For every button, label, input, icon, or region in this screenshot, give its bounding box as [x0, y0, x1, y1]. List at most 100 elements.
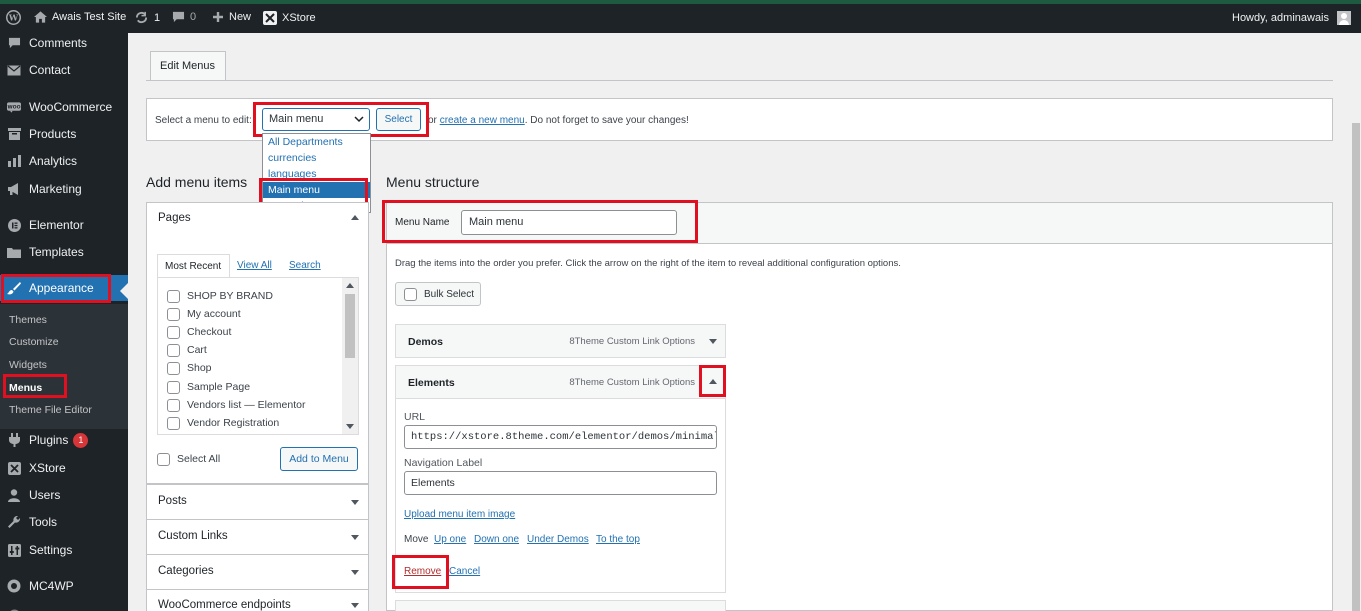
- tab-search[interactable]: Search: [289, 254, 321, 278]
- custom-links-panel-title[interactable]: Custom Links: [158, 530, 228, 542]
- expand-categories-icon[interactable]: [351, 570, 359, 575]
- create-new-menu-link[interactable]: create a new menu: [440, 115, 525, 126]
- option-languages[interactable]: languages: [263, 166, 370, 182]
- sidebar-item-elementor[interactable]: Elementor: [0, 213, 128, 237]
- select-all-checkbox[interactable]: [157, 452, 170, 466]
- sidebar-item-partial[interactable]: [0, 603, 128, 611]
- submenu-widgets[interactable]: Widgets: [9, 359, 47, 371]
- page-scrollbar[interactable]: [1351, 33, 1361, 611]
- menu-item-elements[interactable]: Elements 8Theme Custom Link Options: [395, 365, 726, 399]
- xstore-link[interactable]: XStore: [263, 11, 316, 25]
- sidebar-item-label: WooCommerce: [29, 100, 113, 114]
- checkbox[interactable]: [167, 307, 180, 321]
- checkbox[interactable]: [167, 416, 180, 430]
- select-button[interactable]: Select: [376, 108, 421, 131]
- page-checkbox-row[interactable]: Checkout: [167, 325, 231, 339]
- page-checkbox-row[interactable]: Shop: [167, 361, 212, 375]
- sidebar-item-settings[interactable]: Settings: [0, 538, 128, 562]
- move-under-demos-link[interactable]: Under Demos: [527, 534, 589, 545]
- comments-link[interactable]: 0: [172, 11, 196, 23]
- scroll-thumb[interactable]: [345, 294, 355, 358]
- page-checkbox-row[interactable]: SHOP BY BRAND: [167, 289, 273, 303]
- expand-item-icon[interactable]: [709, 339, 717, 344]
- submenu-menus[interactable]: Menus: [9, 382, 42, 394]
- menu-name-label: Menu Name: [395, 217, 450, 228]
- remove-item-link[interactable]: Remove: [404, 566, 441, 577]
- comment-bubble-icon: [172, 11, 185, 23]
- updates-link[interactable]: 1: [134, 11, 160, 24]
- tab-most-recent[interactable]: Most Recent: [157, 254, 230, 278]
- menu-item-demos[interactable]: Demos 8Theme Custom Link Options: [395, 324, 726, 358]
- expand-posts-icon[interactable]: [351, 500, 359, 505]
- admin-bar-top-line: [0, 0, 1361, 4]
- select-all-row[interactable]: Select All: [157, 452, 220, 466]
- sidebar-item-marketing[interactable]: Marketing: [0, 177, 128, 201]
- woocommerce-endpoints-panel-title[interactable]: WooCommerce endpoints: [158, 599, 291, 611]
- posts-panel-title[interactable]: Posts: [158, 495, 187, 507]
- checkbox[interactable]: [167, 343, 180, 357]
- expand-woocommerce-endpoints-icon[interactable]: [351, 603, 359, 608]
- pages-checklist: SHOP BY BRAND My account Checkout Cart S…: [157, 277, 359, 435]
- svg-text:WOO: WOO: [7, 104, 20, 110]
- tab-view-all[interactable]: View All: [237, 254, 272, 278]
- pages-list-scrollbar[interactable]: [342, 278, 358, 434]
- sidebar-item-mc4wp[interactable]: MC4WP: [0, 574, 128, 598]
- site-name-link[interactable]: Awais Test Site: [34, 11, 126, 23]
- move-to-top-link[interactable]: To the top: [596, 534, 640, 545]
- option-main-menu[interactable]: Main menu: [263, 182, 370, 198]
- submenu-customize[interactable]: Customize: [9, 336, 59, 348]
- collapse-pages-icon[interactable]: [351, 215, 359, 220]
- checkbox[interactable]: [167, 361, 180, 375]
- menu-name-input[interactable]: Main menu: [461, 210, 677, 235]
- tab-edit-menus[interactable]: Edit Menus: [150, 51, 226, 81]
- option-currencies[interactable]: currencies: [263, 150, 370, 166]
- sidebar-item-analytics[interactable]: Analytics: [0, 149, 128, 173]
- expand-custom-links-icon[interactable]: [351, 535, 359, 540]
- move-down-one-link[interactable]: Down one: [474, 534, 519, 545]
- checkbox[interactable]: [167, 398, 180, 412]
- page-checkbox-row[interactable]: Cart: [167, 343, 207, 357]
- categories-panel-title[interactable]: Categories: [158, 565, 214, 577]
- mail-icon: [7, 63, 21, 77]
- menu-select-dropdown[interactable]: Main menu: [262, 108, 370, 131]
- add-to-menu-button[interactable]: Add to Menu: [280, 447, 358, 471]
- bulk-select-checkbox: [404, 287, 417, 301]
- wordpress-logo-icon[interactable]: W: [6, 10, 21, 25]
- checkbox[interactable]: [167, 380, 180, 394]
- checkbox[interactable]: [167, 325, 180, 339]
- menu-item-type: 8Theme Custom Link Options: [569, 336, 695, 347]
- account-menu[interactable]: Howdy, adminawais: [1232, 11, 1352, 25]
- cancel-item-link[interactable]: Cancel: [449, 566, 480, 577]
- scroll-up-icon[interactable]: [346, 283, 354, 288]
- page-checkbox-row[interactable]: Vendors list — Elementor: [167, 398, 305, 412]
- checkbox[interactable]: [167, 289, 180, 303]
- new-content-link[interactable]: New: [212, 11, 251, 23]
- move-up-one-link[interactable]: Up one: [434, 534, 466, 545]
- navigation-label-input[interactable]: Elements: [404, 471, 717, 495]
- option-all-departments[interactable]: All Departments: [263, 134, 370, 150]
- page-label: SHOP BY BRAND: [187, 290, 273, 302]
- sidebar-item-products[interactable]: Products: [0, 122, 128, 146]
- submenu-theme-file-editor[interactable]: Theme File Editor: [9, 404, 92, 416]
- page-checkbox-row[interactable]: My account: [167, 307, 241, 321]
- upload-menu-item-image-link[interactable]: Upload menu item image: [404, 509, 515, 520]
- pages-panel-title[interactable]: Pages: [158, 212, 191, 224]
- sidebar-item-appearance[interactable]: Appearance: [0, 275, 128, 301]
- sidebar-item-comments[interactable]: Comments: [0, 31, 128, 55]
- sidebar-item-woocommerce[interactable]: WOO WooCommerce: [0, 95, 128, 119]
- sidebar-item-xstore[interactable]: XStore: [0, 456, 128, 480]
- sidebar-item-contact[interactable]: Contact: [0, 58, 128, 82]
- page-checkbox-row[interactable]: Vendor Registration: [167, 416, 279, 430]
- sidebar-item-templates[interactable]: Templates: [0, 240, 128, 264]
- submenu-themes[interactable]: Themes: [9, 314, 47, 326]
- sidebar-item-users[interactable]: Users: [0, 483, 128, 507]
- scroll-down-icon[interactable]: [346, 424, 354, 429]
- collapse-item-icon[interactable]: [709, 379, 717, 384]
- analytics-icon: [7, 154, 21, 168]
- bulk-select-button[interactable]: Bulk Select: [395, 282, 481, 306]
- sidebar-item-tools[interactable]: Tools: [0, 510, 128, 534]
- sidebar-item-plugins[interactable]: Plugins 1: [0, 428, 128, 452]
- page-checkbox-row[interactable]: Sample Page: [167, 380, 250, 394]
- menu-item-next[interactable]: [395, 600, 726, 611]
- url-input[interactable]: https://xstore.8theme.com/elementor/demo…: [404, 425, 717, 449]
